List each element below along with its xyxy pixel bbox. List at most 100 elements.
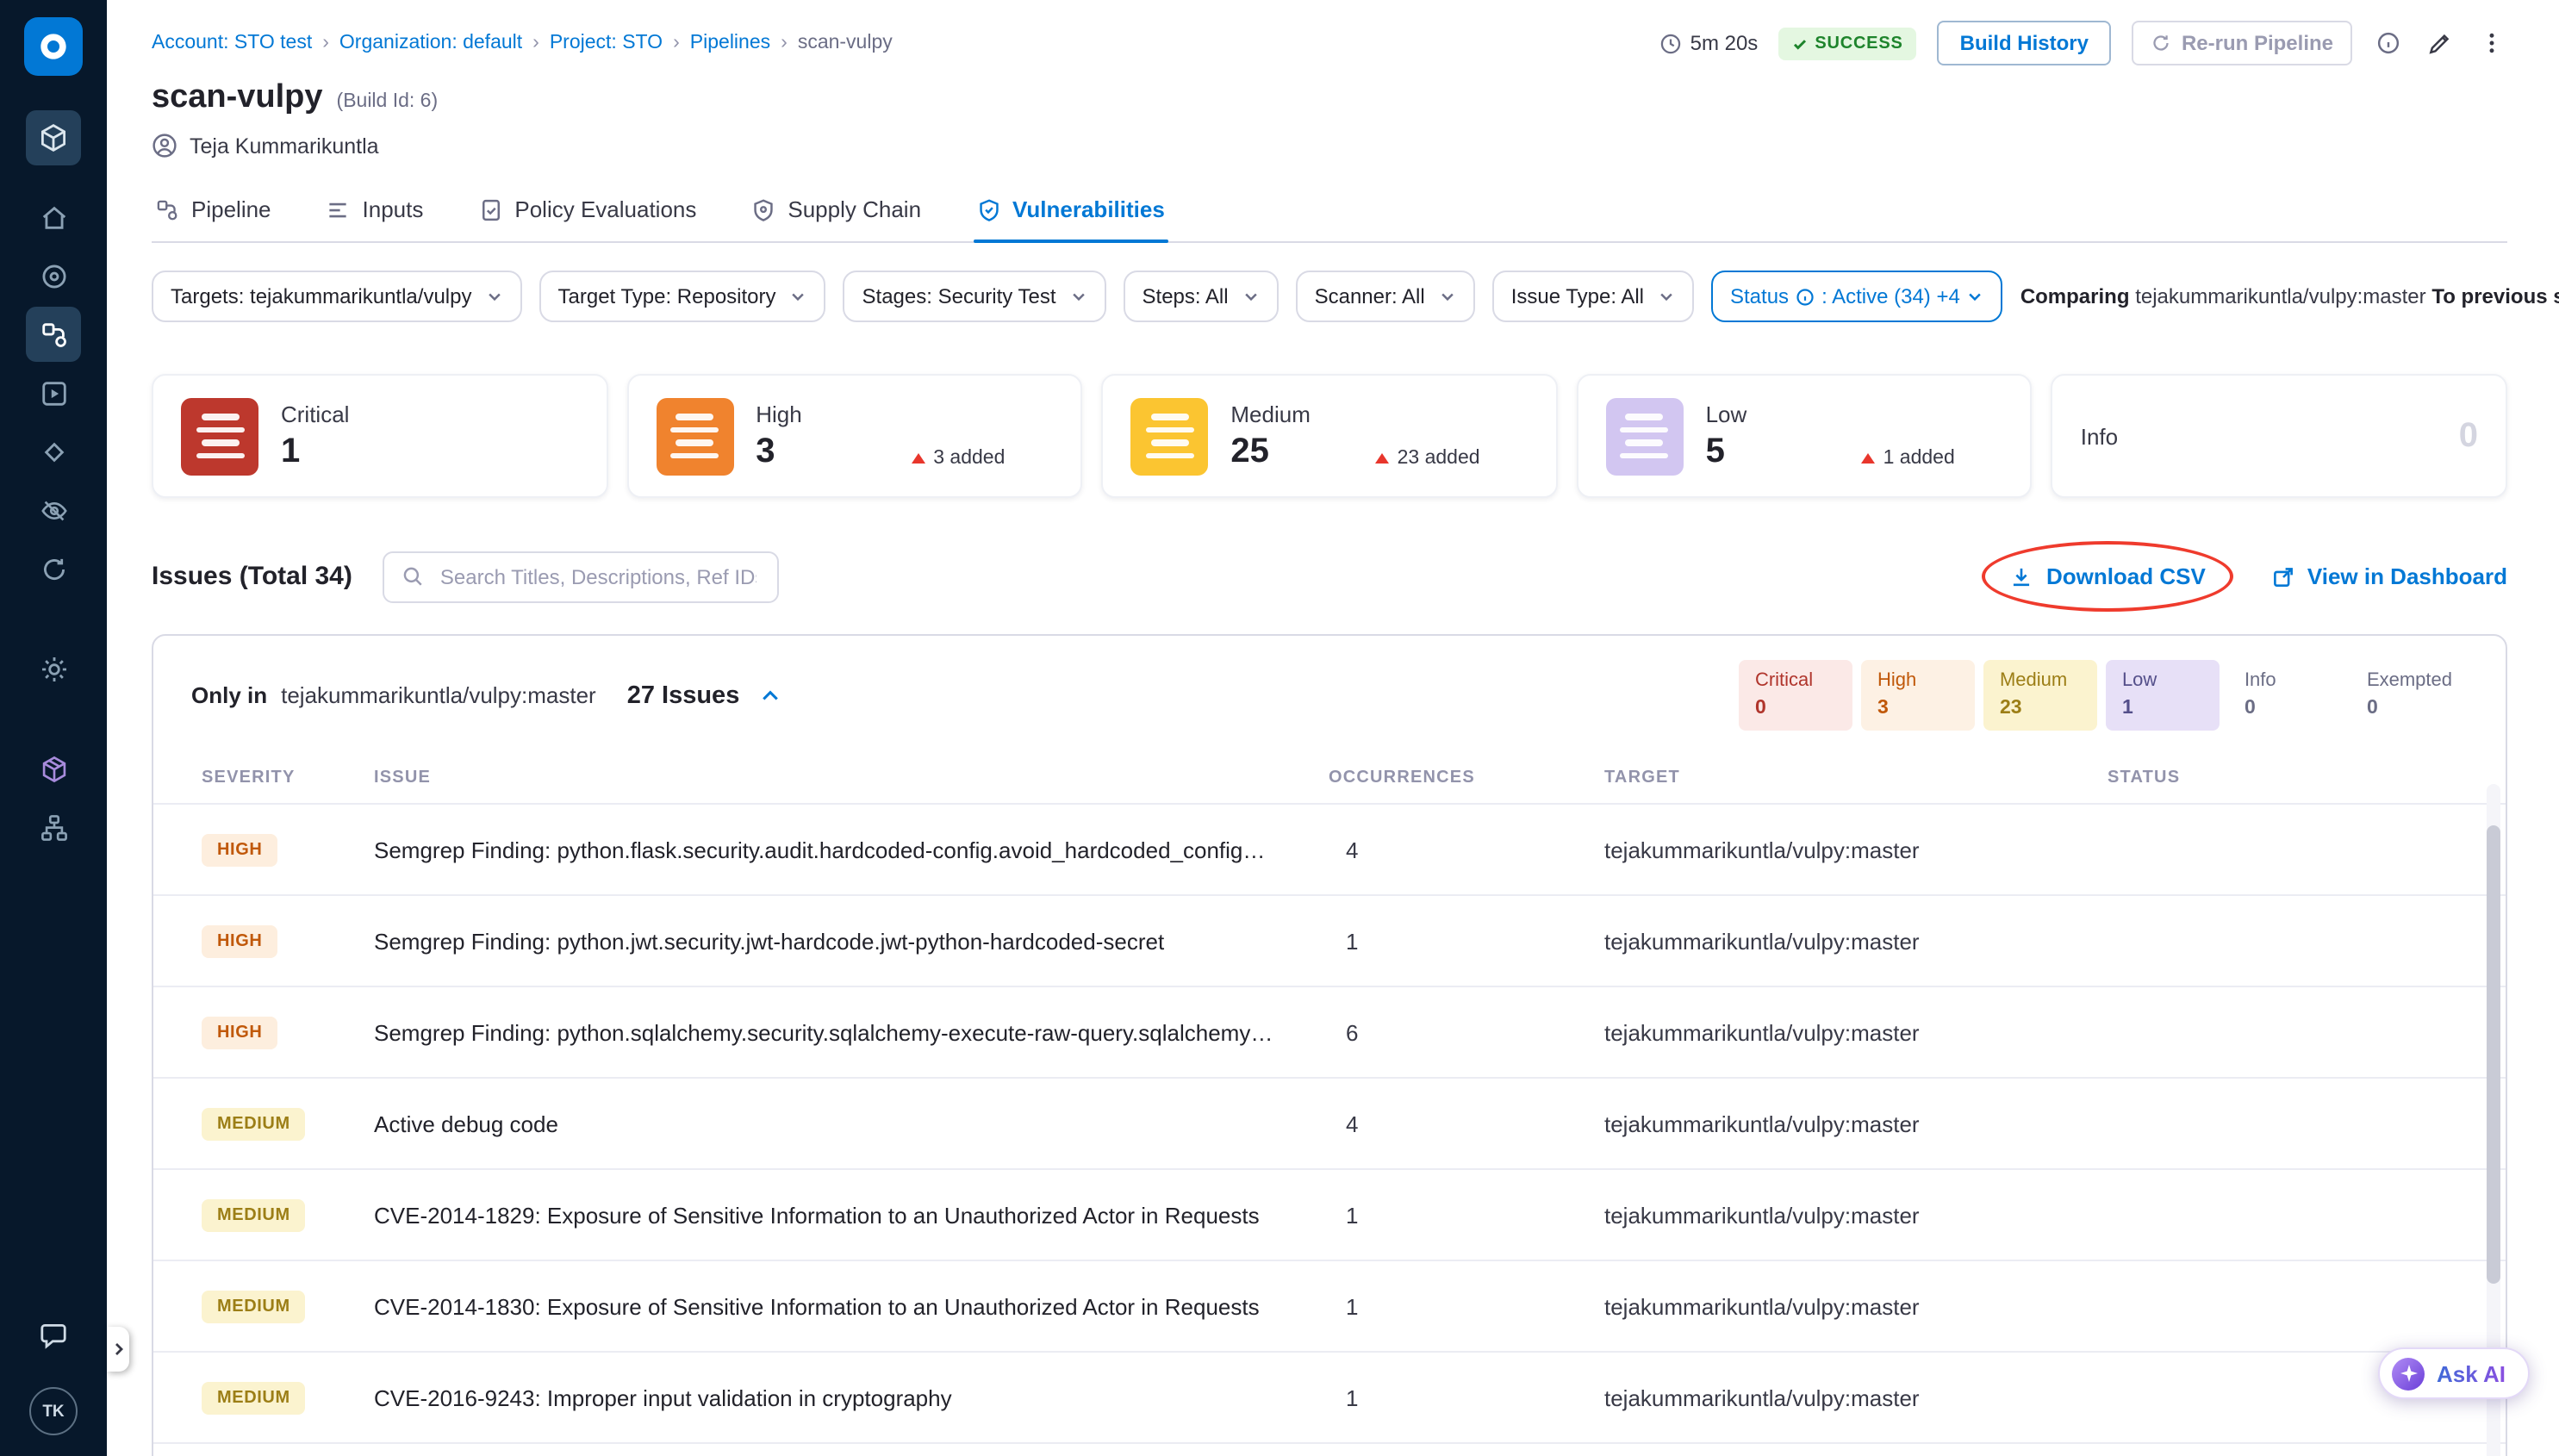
org-hierarchy-icon[interactable] — [26, 800, 81, 855]
tab-policy-evaluations[interactable]: Policy Evaluations — [475, 183, 700, 241]
summary-pill-critical: Critical0 — [1740, 660, 1853, 731]
ask-ai-button[interactable]: Ask AI — [2378, 1347, 2530, 1399]
issue-title[interactable]: Semgrep Finding: python.flask.security.a… — [374, 837, 1329, 863]
severity-badge: MEDIUM — [202, 1199, 306, 1232]
sidebar-nav — [26, 186, 81, 855]
table-row[interactable]: MEDIUM CVE-2014-1830: Exposure of Sensiti… — [153, 1260, 2506, 1352]
table-row[interactable]: MEDIUM CVE-2014-1829: Exposure of Sensiti… — [153, 1169, 2506, 1260]
harness-logo-icon[interactable] — [24, 17, 83, 76]
issue-title[interactable]: Active debug code — [374, 1111, 1329, 1137]
high-severity-icon — [656, 397, 733, 475]
severity-card-low[interactable]: Low51 added — [1577, 374, 2033, 498]
triggered-by-user[interactable]: Teja Kummarikuntla — [190, 134, 379, 158]
rerun-pipeline-button[interactable]: Re-run Pipeline — [2132, 21, 2352, 65]
tab-vulnerabilities[interactable]: Vulnerabilities — [973, 183, 1168, 241]
target-value: tejakummarikuntla/vulpy:master — [1604, 929, 2108, 955]
severity-badge: MEDIUM — [202, 1291, 306, 1323]
breadcrumb-item-scan-vulpy: scan-vulpy — [798, 33, 893, 53]
up-triangle-icon — [1861, 453, 1875, 464]
home-icon[interactable] — [26, 190, 81, 245]
chat-icon[interactable] — [26, 1308, 81, 1363]
edit-pencil-icon[interactable] — [2425, 28, 2456, 59]
chevron-down-icon — [486, 288, 503, 305]
breadcrumb-separator: › — [673, 33, 680, 53]
card-count: 3 — [756, 432, 802, 471]
view-in-dashboard-button[interactable]: View in Dashboard — [2271, 563, 2507, 589]
clock-icon — [1659, 32, 1682, 54]
tab-inputs[interactable]: Inputs — [323, 183, 427, 241]
column-header-issue: ISSUE — [374, 768, 1329, 787]
issue-title[interactable]: CVE-2016-9243: Improper input validation… — [374, 1385, 1329, 1411]
tab-pipeline[interactable]: Pipeline — [152, 183, 275, 241]
severity-summary-pills: Critical0High3Medium23Low1Info0Exempted0 — [1740, 660, 2468, 731]
issue-title[interactable]: CVE-2014-1830: Exposure of Sensitive Inf… — [374, 1294, 1329, 1320]
target-value: tejakummarikuntla/vulpy:master — [1604, 837, 2108, 863]
chevron-down-icon — [1658, 288, 1675, 305]
scrollbar-thumb[interactable] — [2487, 825, 2500, 1284]
tab-supply-chain[interactable]: Supply Chain — [748, 183, 925, 241]
status-badge: SUCCESS — [1778, 27, 1916, 59]
sidebar-expand-handle[interactable] — [107, 1327, 129, 1372]
breadcrumb-item-pipelines[interactable]: Pipelines — [690, 33, 770, 53]
card-count: 1 — [281, 432, 349, 471]
executions-icon[interactable] — [26, 365, 81, 420]
filter-status[interactable]: Status : Active (34) +4 — [1711, 271, 2003, 322]
filter-target-type[interactable]: Target Type: Repository — [539, 271, 826, 322]
filter-scanner[interactable]: Scanner: All — [1296, 271, 1475, 322]
module-cube-icon[interactable] — [26, 110, 81, 165]
severity-card-critical[interactable]: Critical1 — [152, 374, 607, 498]
card-count: 25 — [1230, 432, 1311, 471]
packages-icon[interactable] — [26, 741, 81, 796]
policy-evaluations-icon — [478, 197, 502, 221]
issue-title[interactable]: CVE-2014-1829: Exposure of Sensitive Inf… — [374, 1203, 1329, 1229]
table-row[interactable]: HIGHSemgrep Finding: python.jwt.security… — [153, 895, 2506, 986]
filter-issue-type[interactable]: Issue Type: All — [1492, 271, 1694, 322]
table-header: SEVERITYISSUEOCCURRENCESTARGETSTATUS — [153, 752, 2506, 804]
up-triangle-icon — [1375, 453, 1389, 464]
filter-stages[interactable]: Stages: Security Test — [844, 271, 1106, 322]
check-icon — [1792, 35, 1808, 51]
column-header-target: TARGET — [1604, 768, 2108, 787]
page-title: scan-vulpy — [152, 79, 323, 117]
critical-severity-icon — [181, 397, 258, 475]
added-indicator: 1 added — [1861, 448, 1955, 469]
severity-card-info[interactable]: Info0 — [2052, 374, 2507, 498]
table-row[interactable]: MEDIUMCVE-2017-11424: PyJWT Improper Ver… — [153, 1443, 2506, 1456]
filter-steps[interactable]: Steps: All — [1124, 271, 1279, 322]
card-label: High — [756, 401, 802, 426]
app-window: TK Account: STO test › Organization: defau… — [0, 0, 2559, 1456]
search-input[interactable] — [437, 563, 761, 590]
table-row[interactable]: MEDIUMCVE-2016-9243: Improper input vali… — [153, 1352, 2506, 1443]
security-tests-icon[interactable] — [26, 482, 81, 538]
up-triangle-icon — [911, 453, 925, 464]
severity-card-high[interactable]: High33 added — [626, 374, 1082, 498]
kebab-menu-icon[interactable] — [2476, 28, 2507, 59]
table-row[interactable]: HIGHSemgrep Finding: python.flask.securi… — [153, 804, 2506, 895]
deployments-icon[interactable] — [26, 248, 81, 303]
table-row[interactable]: MEDIUMActive debug code4tejakummarikuntl… — [153, 1078, 2506, 1169]
user-avatar[interactable]: TK — [29, 1387, 78, 1435]
settings-gear-icon[interactable] — [26, 641, 81, 696]
table-body: HIGHSemgrep Finding: python.flask.securi… — [153, 804, 2506, 1456]
sync-icon[interactable] — [26, 541, 81, 596]
summary-pill-low: Low1 — [2107, 660, 2220, 731]
card-count: 0 — [2459, 416, 2478, 456]
issue-title[interactable]: Semgrep Finding: python.jwt.security.jwt… — [374, 929, 1329, 955]
collapse-chevron-icon[interactable] — [760, 685, 781, 706]
breadcrumb-item-organization-default[interactable]: Organization: default — [339, 33, 522, 53]
chaos-icon[interactable] — [26, 424, 81, 479]
chevron-down-icon — [1439, 288, 1456, 305]
table-row[interactable]: HIGHSemgrep Finding: python.sqlalchemy.s… — [153, 986, 2506, 1078]
user-row: Teja Kummarikuntla — [152, 133, 2507, 159]
info-icon[interactable] — [2373, 28, 2404, 59]
pipelines-icon[interactable] — [26, 307, 81, 362]
issue-title[interactable]: Semgrep Finding: python.sqlalchemy.secur… — [374, 1020, 1329, 1046]
download-csv-button[interactable]: Download CSV — [2010, 563, 2206, 589]
breadcrumb-item-project-sto[interactable]: Project: STO — [550, 33, 663, 53]
severity-card-medium[interactable]: Medium2523 added — [1101, 374, 1557, 498]
breadcrumb-item-account-sto-test[interactable]: Account: STO test — [152, 33, 312, 53]
pipeline-icon — [155, 197, 179, 221]
occurrences-value: 1 — [1329, 1385, 1604, 1411]
filter-targets[interactable]: Targets: tejakummarikuntla/vulpy — [152, 271, 522, 322]
build-history-button[interactable]: Build History — [1938, 21, 2111, 65]
